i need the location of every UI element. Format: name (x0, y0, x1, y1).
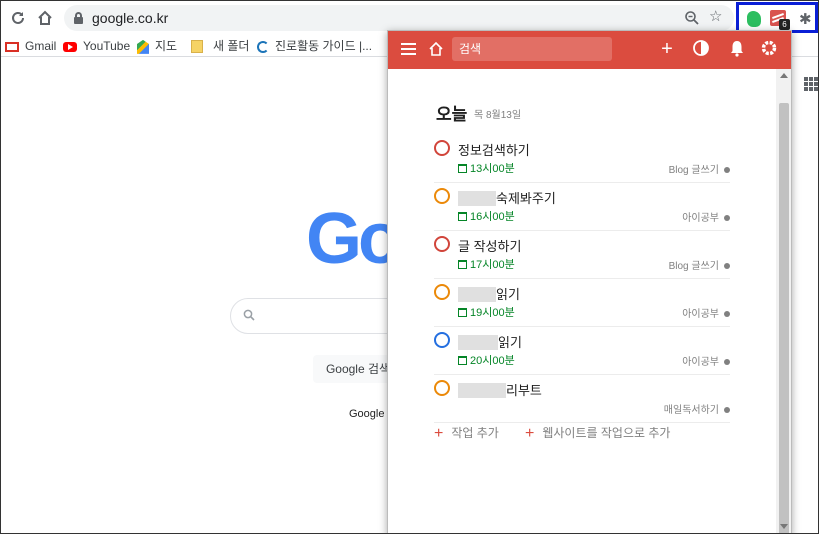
task-item[interactable]: 글 작성하기 17시00분 Blog 글쓰기 (434, 231, 730, 279)
task-project[interactable]: Blog 글쓰기 (669, 257, 730, 272)
project-dot-icon (724, 263, 730, 269)
bookmark-gmail[interactable]: Gmail (5, 38, 56, 54)
scroll-down-icon[interactable] (780, 524, 788, 529)
task-checkbox[interactable] (434, 332, 450, 348)
task-checkbox[interactable] (434, 140, 450, 156)
bookmark-label: YouTube (83, 39, 131, 53)
calendar-icon (458, 356, 467, 365)
task-due: 20시00분 (458, 352, 515, 368)
redacted-text (458, 335, 498, 350)
task-due: 16시00분 (458, 208, 515, 224)
extensions-highlight: 6 ✱ (736, 2, 818, 33)
popup-search-input[interactable] (452, 37, 612, 61)
project-dot-icon (724, 167, 730, 173)
today-date: 목 8월13일 (474, 110, 522, 121)
bookmark-new-folder[interactable]: 새 폴더 (191, 38, 249, 54)
home-icon[interactable] (36, 9, 54, 27)
calendar-icon (458, 212, 467, 221)
task-checkbox[interactable] (434, 188, 450, 204)
maps-icon (137, 39, 149, 54)
task-checkbox[interactable] (434, 284, 450, 300)
bookmark-maps[interactable]: 지도 (137, 38, 177, 54)
youtube-icon (63, 41, 77, 52)
redacted-text (458, 383, 506, 398)
zoom-icon[interactable] (683, 9, 701, 27)
home-icon[interactable] (428, 41, 444, 57)
today-heading: 오늘 (436, 105, 468, 124)
folder-icon (191, 40, 203, 54)
task-title[interactable]: 읽기 (458, 332, 522, 351)
project-dot-icon (724, 359, 730, 365)
lock-icon[interactable] (74, 12, 83, 24)
search-icon (243, 309, 255, 321)
task-checkbox[interactable] (434, 380, 450, 396)
task-item[interactable]: 리부트 매일독서하기 (434, 375, 730, 423)
extensions-puzzle-icon[interactable]: ✱ (799, 10, 812, 28)
bookmark-star-icon[interactable]: ☆ (709, 7, 722, 25)
task-project[interactable]: 아이공부 (682, 209, 730, 224)
todoist-popup: + 오늘 목 8월13일 정보검색하기 13시00분 Blog 글쓰기 숙제봐주… (387, 30, 792, 533)
task-item[interactable]: 정보검색하기 13시00분 Blog 글쓰기 (434, 135, 730, 183)
task-due: 17시00분 (458, 256, 515, 272)
google-logo-text: Go (306, 199, 402, 279)
gear-icon[interactable] (759, 39, 779, 59)
bookmark-label: Gmail (25, 39, 57, 53)
project-dot-icon (724, 215, 730, 221)
project-dot-icon (724, 311, 730, 317)
c-logo-icon (257, 40, 269, 53)
task-project[interactable]: Blog 글쓰기 (669, 161, 730, 176)
scroll-thumb[interactable] (779, 103, 789, 533)
task-project[interactable]: 아이공부 (682, 305, 730, 320)
calendar-icon (458, 308, 467, 317)
task-project[interactable]: 아이공부 (682, 353, 730, 368)
popup-scrollbar[interactable] (776, 69, 791, 533)
add-task-button[interactable]: + 작업 추가 (434, 424, 499, 443)
todoist-badge: 6 (779, 19, 790, 30)
add-icon[interactable]: + (657, 39, 677, 59)
plus-icon: + (434, 425, 444, 442)
evernote-extension-icon[interactable] (747, 11, 761, 27)
bell-icon[interactable] (727, 39, 747, 59)
reload-icon[interactable] (9, 9, 27, 27)
calendar-icon (458, 260, 467, 269)
gmail-icon (5, 41, 19, 52)
task-title[interactable]: 글 작성하기 (458, 236, 521, 255)
bookmark-label: 진로활동 가이드 |... (275, 39, 373, 53)
google-apps-icon[interactable] (804, 77, 818, 91)
popup-header: + (388, 31, 791, 69)
task-due: 13시00분 (458, 160, 515, 176)
task-title[interactable]: 읽기 (458, 284, 520, 303)
browser-window: google.co.kr ☆ 6 ✱ Gmail YouTube 지도 새 폴더… (0, 0, 819, 534)
task-title[interactable]: 숙제봐주기 (458, 188, 556, 207)
task-item[interactable]: 숙제봐주기 16시00분 아이공부 (434, 183, 730, 231)
plus-icon: + (525, 425, 535, 442)
task-title[interactable]: 리부트 (458, 380, 542, 399)
calendar-icon (458, 164, 467, 173)
bookmark-label: 새 폴더 (213, 39, 250, 53)
bookmark-career-guide[interactable]: 진로활동 가이드 |... (257, 38, 372, 54)
url-text: google.co.kr (92, 10, 169, 26)
task-due: 19시00분 (458, 304, 515, 320)
bookmark-youtube[interactable]: YouTube (63, 38, 130, 54)
task-project[interactable]: 매일독서하기 (664, 401, 730, 416)
task-checkbox[interactable] (434, 236, 450, 252)
address-bar[interactable]: google.co.kr ☆ (64, 5, 734, 31)
task-title[interactable]: 정보검색하기 (458, 140, 530, 159)
google-logo: Go (306, 199, 402, 279)
bookmark-label: 지도 (155, 39, 178, 53)
menu-icon[interactable] (401, 43, 416, 55)
productivity-icon[interactable] (691, 39, 711, 59)
add-website-button[interactable]: + 웹사이트를 작업으로 추가 (525, 424, 670, 443)
project-dot-icon (724, 407, 730, 413)
scroll-up-icon[interactable] (780, 73, 788, 78)
redacted-text (458, 287, 496, 302)
redacted-text (458, 191, 496, 206)
task-item[interactable]: 읽기 19시00분 아이공부 (434, 279, 730, 327)
task-item[interactable]: 읽기 20시00분 아이공부 (434, 327, 730, 375)
